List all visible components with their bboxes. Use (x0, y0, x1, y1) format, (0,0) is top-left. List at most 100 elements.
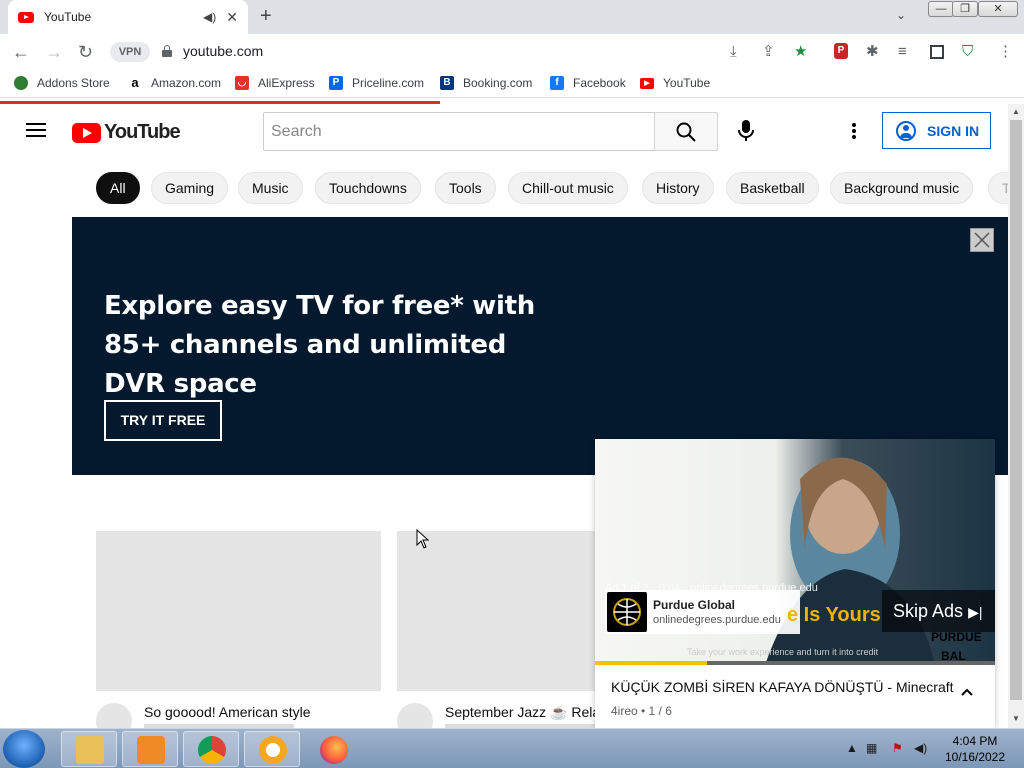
scrollbar-thumb[interactable] (1010, 120, 1022, 700)
page-scrollbar[interactable]: ▲ ▼ (1008, 104, 1024, 728)
bookmark-label: Priceline.com (352, 76, 425, 90)
youtube-logo[interactable]: YouTube (72, 121, 181, 144)
forward-icon[interactable]: → (45, 42, 63, 62)
youtube-play-icon (72, 122, 101, 143)
chip-chill-out-music[interactable]: Chill-out music (508, 172, 628, 204)
bookmark-label: Facebook (573, 76, 626, 90)
close-tab-icon[interactable]: ✕ (226, 9, 238, 26)
taskbar-media-player[interactable] (122, 731, 178, 767)
chip-gaming[interactable]: Gaming (151, 172, 229, 204)
close-window-button[interactable]: ✕ (978, 1, 1018, 17)
chrome-icon (198, 736, 226, 764)
tab-title: YouTube (44, 10, 92, 24)
search-input[interactable]: Search (263, 112, 655, 151)
bookmark-booking[interactable]: B Booking.com (440, 76, 532, 90)
chip-tools[interactable]: Tools (435, 172, 496, 204)
browser-toolbar: ← → ↻ VPN youtube.com ⤓ ⇪ ★ P ✱ ≡ ⛉ ⋮ (0, 34, 1024, 70)
chip-basketball[interactable]: Basketball (726, 172, 819, 204)
reload-icon[interactable]: ↻ (78, 42, 93, 62)
tab-youtube[interactable]: YouTube ◀) ✕ (8, 0, 248, 34)
sign-in-button[interactable]: SIGN IN (882, 112, 991, 149)
mini-player-title[interactable]: KÜÇÜK ZOMBİ SİREN KAFAYA DÖNÜŞTÜ - Minec… (611, 679, 954, 695)
ad-video[interactable]: Ad 1 of 2 · 0:04 · onlinedegrees.purdue.… (595, 439, 995, 665)
close-banner-button[interactable] (970, 228, 994, 252)
chip-touchdowns[interactable]: Touchdowns (315, 172, 421, 204)
scroll-down-icon[interactable]: ▼ (1012, 714, 1020, 723)
network-icon[interactable]: ▦ (866, 741, 877, 755)
chip-music[interactable]: Music (238, 172, 303, 204)
ad-caption: Take your work experience and turn it in… (687, 647, 879, 657)
bookmark-priceline[interactable]: P Priceline.com (329, 76, 424, 90)
facebook-icon: f (550, 76, 564, 90)
vpn-badge[interactable]: VPN (110, 42, 150, 62)
new-tab-button[interactable]: + (260, 6, 272, 26)
video-thumbnail[interactable] (96, 531, 381, 691)
channel-avatar[interactable] (397, 703, 433, 728)
address-bar[interactable]: youtube.com (183, 43, 263, 59)
bookmark-amazon[interactable]: a Amazon.com (128, 75, 221, 91)
speaker-icon[interactable]: ◀) (203, 10, 216, 24)
bookmark-star-icon[interactable]: ★ (794, 42, 807, 62)
skip-next-icon: ▶| (968, 604, 983, 620)
install-icon[interactable]: ⤓ (730, 42, 737, 62)
sign-in-label: SIGN IN (927, 122, 980, 139)
media-control-icon[interactable]: ≡ (898, 42, 907, 62)
bookmark-facebook[interactable]: f Facebook (550, 76, 626, 90)
logo-text: YouTube (104, 121, 181, 143)
bookmark-label: YouTube (663, 76, 711, 90)
extensions-puzzle-icon[interactable]: ✱ (866, 42, 879, 62)
video-title[interactable]: So gooood! American style (144, 704, 374, 720)
search-button[interactable] (654, 112, 718, 151)
browser-menu-icon[interactable]: ⋮ (998, 42, 1013, 62)
bookmark-youtube[interactable]: ▶ YouTube (640, 76, 710, 90)
flag-icon[interactable]: ⚑ (892, 741, 903, 755)
volume-icon[interactable]: ◀) (914, 741, 927, 755)
microphone-icon[interactable] (738, 120, 754, 142)
ad-progress-bar[interactable] (595, 661, 995, 665)
taskbar-firefox[interactable] (305, 731, 361, 767)
start-button[interactable] (3, 730, 45, 768)
chip-history[interactable]: History (642, 172, 714, 204)
booking-icon: B (440, 76, 454, 90)
bookmark-addons-store[interactable]: Addons Store (14, 76, 110, 90)
tab-search-icon[interactable]: ⌄ (896, 8, 906, 22)
extension-p-icon[interactable]: P (834, 43, 848, 59)
taskbar-explorer[interactable] (61, 731, 117, 767)
chevron-up-icon[interactable] (961, 685, 973, 697)
amazon-icon: a (131, 75, 139, 90)
ad-progress-fill (595, 661, 707, 665)
settings-more-icon[interactable] (852, 123, 856, 139)
back-icon[interactable]: ← (12, 42, 30, 62)
skip-ads-button[interactable]: Skip Ads ▶| (882, 590, 995, 632)
channel-avatar[interactable] (96, 703, 132, 728)
chip-all[interactable]: All (96, 172, 140, 204)
banner-headline: Explore easy TV for free* with 85+ chann… (104, 291, 535, 399)
bookmark-label: Booking.com (463, 76, 533, 90)
taskbar-app[interactable] (244, 731, 300, 767)
chip-partial[interactable]: T (988, 172, 1008, 204)
share-icon[interactable]: ⇪ (762, 42, 775, 62)
search-icon (676, 122, 696, 142)
purdue-globe-icon (607, 592, 647, 632)
menu-icon[interactable] (26, 123, 46, 137)
try-it-free-button[interactable]: TRY IT FREE (104, 400, 222, 441)
minimize-button[interactable]: — (928, 1, 954, 17)
side-panel-icon[interactable] (930, 45, 944, 59)
video-title[interactable]: September Jazz ☕ Relax (445, 704, 595, 721)
lock-icon[interactable] (162, 45, 172, 58)
maximize-button[interactable]: ❐ (952, 1, 978, 17)
taskbar-chrome[interactable] (183, 731, 239, 767)
video-thumbnail[interactable] (397, 531, 597, 691)
advertiser-card[interactable]: Purdue Global onlinedegrees.purdue.edu (605, 590, 800, 634)
tray-expand-icon[interactable]: ▲ (846, 741, 858, 755)
folder-icon (76, 736, 104, 764)
chip-background-music[interactable]: Background music (830, 172, 974, 204)
ad-overlay-text: e Is Yours (787, 604, 881, 626)
windows-taskbar: ▲ ▦ ⚑ ◀) 4:04 PM 10/16/2022 (0, 728, 1024, 768)
mini-player-subtitle: 4ireo • 1 / 6 (611, 704, 672, 718)
scroll-up-icon[interactable]: ▲ (1012, 107, 1020, 116)
bookmark-aliexpress[interactable]: ◡ AliExpress (235, 76, 315, 90)
priceline-icon: P (329, 76, 343, 90)
shield-icon[interactable]: ⛉ (962, 42, 973, 62)
clock[interactable]: 4:04 PM 10/16/2022 (940, 733, 1010, 765)
